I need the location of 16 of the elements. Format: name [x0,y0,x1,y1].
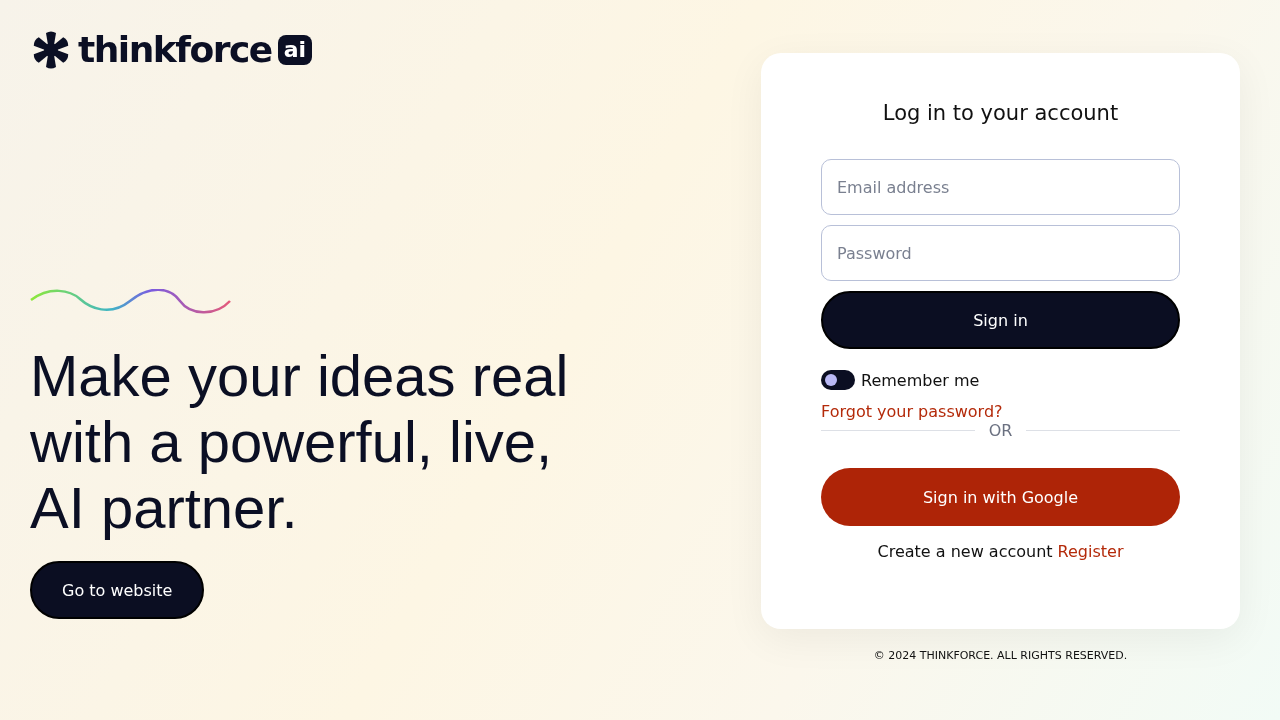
copyright-text: © 2024 THINKFORCE. ALL RIGHTS RESERVED. [873,649,1128,662]
website-button[interactable]: Go to website [30,561,205,619]
register-link[interactable]: Register [1057,542,1124,561]
google-sign-in-button[interactable]: Sign in with Google [821,468,1180,526]
brand-badge: ai [277,35,313,65]
brand-name: thinkforce [78,29,272,71]
password-field[interactable]: Password [821,225,1180,281]
login-title: Log in to your account [881,101,1120,125]
hero-heading: Make your ideas real with a powerful, live, AI partner. [30,343,570,541]
register-prompt: Create a new account [877,542,1053,561]
remember-toggle[interactable] [821,370,855,390]
remember-label: Remember me [861,370,980,390]
email-field[interactable]: Email address [821,159,1180,215]
divider-label: OR [988,421,1013,440]
forgot-password-link[interactable]: Forgot your password? [821,402,1003,421]
sign-in-button[interactable]: Sign in [821,291,1180,349]
